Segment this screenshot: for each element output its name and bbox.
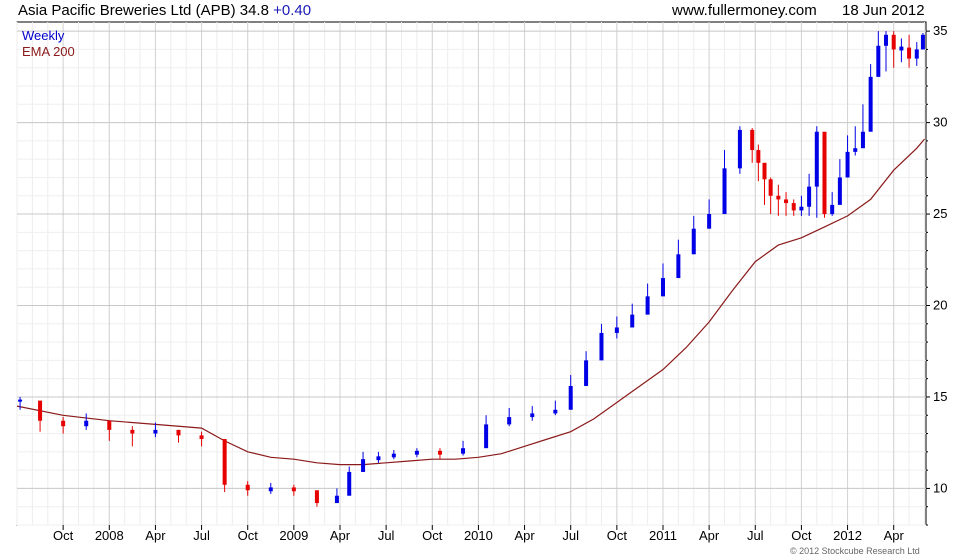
price-bar-down bbox=[822, 131, 827, 215]
price-bar-up bbox=[361, 459, 366, 472]
price-bar-down bbox=[776, 195, 781, 200]
price-bar-down bbox=[199, 435, 204, 440]
price-bar-up bbox=[84, 420, 89, 427]
price-bar-up bbox=[914, 49, 919, 59]
x-tick-label: Apr bbox=[514, 528, 535, 543]
x-tick-label: Oct bbox=[607, 528, 628, 543]
price-bar-up bbox=[884, 34, 889, 46]
price-bar-up bbox=[376, 456, 381, 461]
price-bar-down bbox=[314, 490, 319, 504]
price-bar-down bbox=[291, 487, 296, 492]
y-tick-label: 35 bbox=[933, 23, 947, 38]
price-bar-down bbox=[907, 47, 912, 59]
price-bar-down bbox=[130, 429, 135, 434]
price-bar-up bbox=[568, 385, 573, 410]
price-bar-up bbox=[722, 168, 727, 215]
price-bar-down bbox=[222, 439, 227, 485]
price-bar-down bbox=[756, 150, 761, 163]
price-bar-up bbox=[845, 151, 850, 178]
price-bar-up bbox=[830, 204, 835, 215]
price-bar-down bbox=[38, 400, 43, 421]
price-bar-up bbox=[707, 214, 712, 229]
price-bar-up bbox=[920, 34, 925, 50]
price-bar-up bbox=[645, 296, 650, 315]
x-tick-label: 2009 bbox=[279, 528, 308, 543]
price-bar-down bbox=[245, 484, 250, 491]
price-bar-down bbox=[437, 450, 442, 455]
price-bar-down bbox=[762, 162, 767, 180]
x-tick-label: 2011 bbox=[649, 528, 677, 543]
price-bar-down bbox=[750, 129, 755, 151]
price-bar-up bbox=[614, 327, 619, 333]
y-axis-ticks: 10 15 20 25 30 35 bbox=[926, 23, 947, 526]
x-tick-label: Apr bbox=[699, 528, 720, 543]
price-bar-down bbox=[107, 420, 112, 430]
price-bar-up bbox=[153, 429, 158, 434]
price-bar-up bbox=[461, 448, 466, 454]
y-tick-label: 30 bbox=[933, 115, 947, 130]
price-bar-up bbox=[868, 76, 873, 132]
x-tick-label: Jul bbox=[747, 528, 764, 543]
price-bar-up bbox=[599, 332, 604, 361]
price-bar-up bbox=[507, 417, 512, 425]
x-tick-label: Jul bbox=[562, 528, 579, 543]
price-bar-up bbox=[630, 314, 635, 328]
legend-ema-200: EMA 200 bbox=[22, 44, 75, 59]
price-chart: Oct 2008 Apr Jul Oct 2009 Apr Jul Oct 2010 Apr Jul O… bbox=[16, 21, 947, 543]
copyright-notice: © 2012 Stockcube Research Ltd bbox=[790, 546, 920, 556]
price-bar-up bbox=[807, 186, 812, 207]
price-bar-up bbox=[530, 413, 535, 418]
x-axis-ticks: Oct 2008 Apr Jul Oct 2009 Apr Jul Oct 2010 Apr Jul O… bbox=[53, 525, 904, 543]
x-tick-label: Oct bbox=[422, 528, 443, 543]
price-bar-up bbox=[484, 424, 489, 449]
x-tick-label: Oct bbox=[791, 528, 812, 543]
price-bar-up bbox=[814, 131, 819, 187]
price-bar-up bbox=[414, 450, 419, 455]
price-bar-up bbox=[584, 360, 589, 386]
legend-weekly: Weekly bbox=[22, 28, 65, 43]
price-bar-up bbox=[837, 177, 842, 205]
y-tick-label: 20 bbox=[933, 298, 947, 313]
price-bar-down bbox=[791, 203, 796, 211]
price-bar-down bbox=[768, 179, 773, 196]
price-bar-down bbox=[176, 429, 181, 436]
price-bar-up bbox=[676, 254, 681, 279]
x-tick-label: 2008 bbox=[95, 528, 124, 543]
y-tick-label: 10 bbox=[933, 480, 947, 495]
price-bar-down bbox=[891, 34, 896, 50]
price-bar-up bbox=[18, 399, 23, 402]
price-bar-up bbox=[853, 148, 858, 152]
price-bar-down bbox=[61, 420, 66, 427]
y-tick-label: 15 bbox=[933, 389, 947, 404]
x-tick-label: Apr bbox=[884, 528, 905, 543]
x-tick-label: Jul bbox=[378, 528, 395, 543]
price-bar-up bbox=[334, 495, 339, 504]
price-bar-up bbox=[899, 46, 904, 51]
y-tick-label: 25 bbox=[933, 206, 947, 221]
price-bar-up bbox=[391, 453, 396, 458]
x-tick-label: Apr bbox=[145, 528, 166, 543]
x-tick-label: Oct bbox=[238, 528, 259, 543]
price-bar-up bbox=[860, 131, 865, 149]
price-bar-up bbox=[876, 45, 881, 77]
price-bar-up bbox=[737, 129, 742, 169]
plot-area bbox=[16, 21, 927, 526]
price-bar-up bbox=[268, 487, 273, 492]
price-bar-up bbox=[691, 228, 696, 255]
x-tick-label: Apr bbox=[330, 528, 351, 543]
price-bar-up bbox=[660, 278, 665, 297]
price-bar-up bbox=[347, 471, 352, 496]
price-bar-up bbox=[799, 206, 804, 211]
x-tick-label: 2010 bbox=[464, 528, 493, 543]
x-tick-label: 2012 bbox=[833, 528, 862, 543]
x-tick-label: Oct bbox=[53, 528, 74, 543]
price-bar-up bbox=[553, 409, 558, 414]
x-tick-label: Jul bbox=[193, 528, 210, 543]
price-bar-down bbox=[784, 199, 789, 204]
